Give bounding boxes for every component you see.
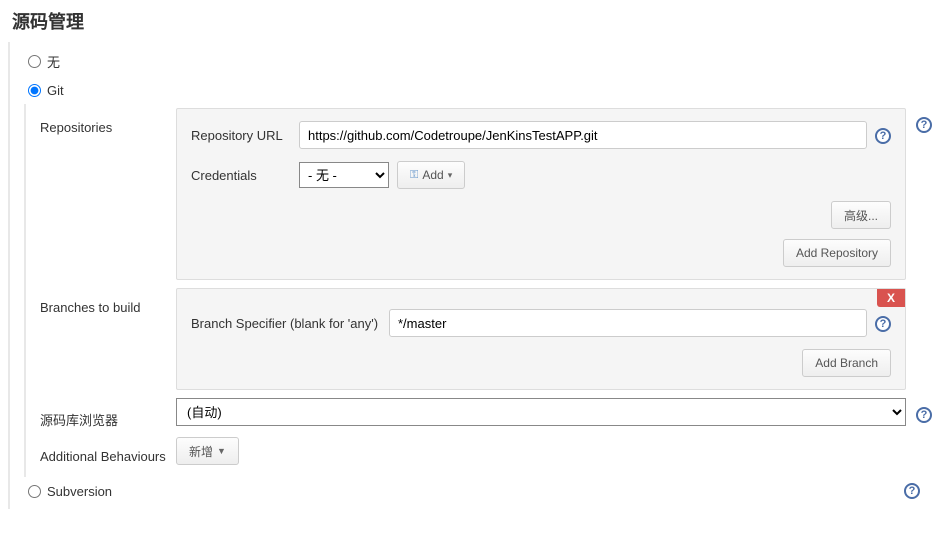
credentials-label: Credentials	[191, 168, 291, 183]
repo-browser-label: 源码库浏览器	[26, 398, 176, 429]
section-title: 源码管理	[0, 0, 938, 42]
radio-subversion-label: Subversion	[47, 484, 112, 499]
branch-specifier-input[interactable]	[389, 309, 867, 337]
repo-browser-row: 源码库浏览器 (自动) ?	[26, 394, 938, 433]
chevron-down-icon: ▼	[217, 446, 226, 456]
scm-option-subversion-row: Subversion ?	[10, 477, 938, 505]
git-config-body: Repositories Repository URL ? Credential…	[24, 104, 938, 477]
repo-url-input[interactable]	[299, 121, 867, 149]
branches-label: Branches to build	[26, 288, 176, 315]
help-icon[interactable]: ?	[875, 316, 891, 332]
branch-panel: X Branch Specifier (blank for 'any') ? A…	[176, 288, 906, 390]
chevron-down-icon: ▾	[448, 170, 453, 181]
branches-row: Branches to build X Branch Specifier (bl…	[26, 284, 938, 394]
behaviours-label: Additional Behaviours	[26, 437, 176, 464]
delete-branch-button[interactable]: X	[877, 289, 905, 307]
add-credentials-button[interactable]: ⚿ Add ▾	[397, 161, 465, 189]
branch-specifier-label: Branch Specifier (blank for 'any')	[191, 316, 381, 331]
radio-none[interactable]	[28, 55, 41, 68]
add-credentials-label: Add	[422, 168, 443, 182]
help-icon[interactable]: ?	[916, 117, 932, 133]
repositories-row: Repositories Repository URL ? Credential…	[26, 104, 938, 284]
radio-git-label: Git	[47, 83, 64, 98]
scm-option-subversion[interactable]: Subversion	[28, 484, 112, 499]
repositories-label: Repositories	[26, 108, 176, 135]
repo-browser-select[interactable]: (自动)	[176, 398, 906, 426]
help-icon[interactable]: ?	[904, 483, 920, 499]
help-icon[interactable]: ?	[875, 128, 891, 144]
radio-git[interactable]	[28, 84, 41, 97]
add-repository-button[interactable]: Add Repository	[783, 239, 891, 267]
credentials-select[interactable]: - 无 -	[299, 162, 389, 188]
add-branch-button[interactable]: Add Branch	[802, 349, 891, 377]
key-icon: ⚿	[410, 169, 418, 182]
add-behaviour-button[interactable]: 新增 ▼	[176, 437, 239, 465]
repo-url-label: Repository URL	[191, 128, 291, 143]
scm-option-none[interactable]: 无	[10, 46, 938, 77]
add-behaviour-label: 新增	[189, 443, 213, 460]
help-icon[interactable]: ?	[916, 407, 932, 423]
radio-none-label: 无	[47, 52, 60, 71]
scm-config-area: 无 Git Repositories Repository URL ? Cred…	[8, 42, 938, 509]
behaviours-row: Additional Behaviours 新增 ▼	[26, 433, 938, 469]
advanced-button[interactable]: 高级...	[831, 201, 891, 229]
scm-option-git[interactable]: Git	[10, 77, 938, 104]
radio-subversion[interactable]	[28, 485, 41, 498]
repository-panel: Repository URL ? Credentials - 无 - ⚿ Add…	[176, 108, 906, 280]
